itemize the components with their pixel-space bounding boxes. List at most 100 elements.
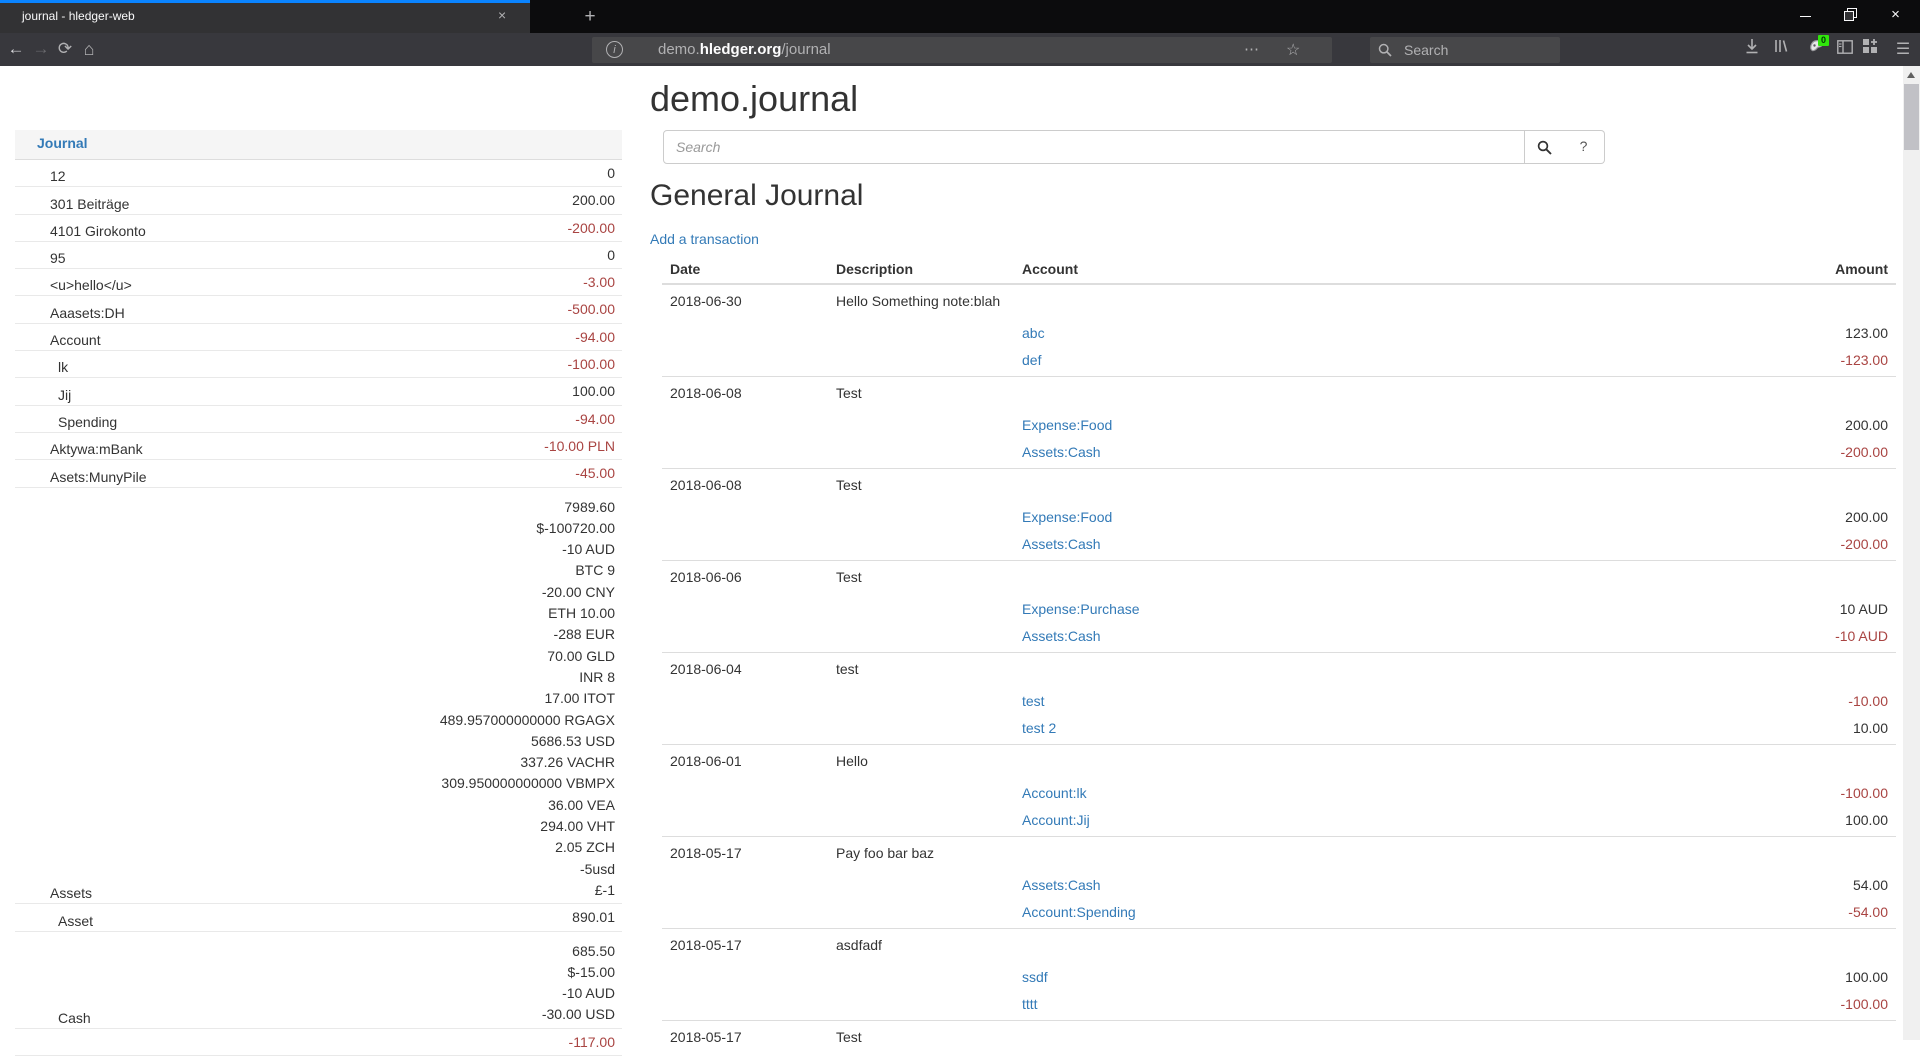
posting-account-link[interactable]: Expense:Food <box>1022 417 1112 433</box>
sidebar-account-balance: 890.01 <box>93 907 615 928</box>
transaction-title-row[interactable]: 2018-06-04 test <box>662 653 1896 690</box>
grid-add-icon[interactable] <box>1856 33 1884 66</box>
sidebar-journal-link[interactable]: Journal <box>37 135 88 151</box>
sidebar-account-row: 301 Beiträge 200.00 <box>15 187 622 214</box>
sidebar-account-link[interactable]: Spending <box>15 414 117 430</box>
transaction-description: Hello <box>828 745 1014 782</box>
sidebar-account-row: 12 0 <box>15 160 622 187</box>
posting-account-link[interactable]: Expense:Food <box>1022 509 1112 525</box>
posting-row: Assets:Cash -200.00 <box>662 533 1896 560</box>
posting-amount: 123.00 <box>1845 325 1888 341</box>
window-minimize-button[interactable] <box>1783 0 1828 30</box>
sidebar-account-link[interactable]: Aaasets:DH <box>15 305 125 321</box>
posting-account-link[interactable]: test 2 <box>1022 720 1056 736</box>
balance-amount: -10 AUD <box>92 539 615 560</box>
posting-account-link[interactable]: Assets:Cash <box>1022 444 1101 460</box>
posting-account-link[interactable]: abc <box>1022 325 1045 341</box>
sidebar-account-link[interactable]: Account <box>15 332 101 348</box>
posting-row: Expense:Food 200.00 <box>662 414 1896 441</box>
posting-amount: -200.00 <box>1841 444 1888 460</box>
page-scrollbar[interactable] <box>1903 66 1920 1040</box>
reload-icon[interactable]: ⟳ <box>52 33 78 66</box>
sidebar-account-link[interactable]: 12 <box>15 168 66 184</box>
transaction-title-row[interactable]: 2018-06-08 Test <box>662 469 1896 506</box>
balance-amount: 685.50 <box>91 941 615 962</box>
sidebar-account-row: Aaasets:DH -500.00 <box>15 296 622 323</box>
posting-account-link[interactable]: test <box>1022 693 1045 709</box>
tab-close-icon[interactable]: × <box>498 7 506 23</box>
browser-tab-active[interactable]: journal - hledger-web × <box>0 0 530 33</box>
balance-amount: -100.00 <box>68 354 615 375</box>
posting-amount: 10 AUD <box>1840 601 1888 617</box>
balance-amount: 36.00 VEA <box>92 795 615 816</box>
transaction-list: 2018-06-30 Hello Something note:blah abc… <box>662 285 1896 1058</box>
transaction-date: 2018-06-08 <box>662 469 828 506</box>
transaction-description: Pay foo bar baz <box>828 837 1014 874</box>
bookmark-star-icon[interactable]: ☆ <box>1286 40 1300 60</box>
posting-account-link[interactable]: Assets:Cash <box>1022 628 1101 644</box>
transaction-block: 2018-05-17 asdfadf ssdf 100.00 tttt -100… <box>662 928 1896 1020</box>
posting-account-link[interactable]: Account:Spending <box>1022 904 1136 920</box>
transaction-title-row[interactable]: 2018-06-08 Test <box>662 377 1896 414</box>
posting-account-link[interactable]: def <box>1022 352 1041 368</box>
search-help-button[interactable]: ? <box>1563 130 1605 164</box>
forward-icon[interactable]: → <box>28 33 54 66</box>
journal-search-input[interactable] <box>663 130 1525 164</box>
transaction-title-row[interactable]: 2018-06-01 Hello <box>662 745 1896 782</box>
scrollbar-thumb[interactable] <box>1904 84 1919 150</box>
sidebar-account-link[interactable]: <u>hello</u> <box>15 277 132 293</box>
posting-account-link[interactable]: Assets:Cash <box>1022 536 1101 552</box>
balance-amount: £-1 <box>92 880 615 901</box>
extension-badge: 0 <box>1818 35 1829 46</box>
sidebar-account-row: Assets 7989.60$-100720.00-10 AUDBTC 9-20… <box>15 488 622 905</box>
window-restore-button[interactable] <box>1828 0 1873 30</box>
journal-table: Date Description Account Amount 2018-06-… <box>662 255 1896 1058</box>
sidebar-account-link[interactable]: lk <box>15 359 68 375</box>
url-bar[interactable]: i demo.hledger.org/journal ⋯ ☆ <box>592 37 1332 63</box>
add-transaction-link[interactable]: Add a transaction <box>650 231 759 247</box>
posting-account-link[interactable]: Expense:Purchase <box>1022 601 1140 617</box>
posting-amount: 10.00 <box>1853 720 1888 736</box>
transaction-title-row[interactable]: 2018-05-17 Pay foo bar baz <box>662 837 1896 874</box>
home-icon[interactable]: ⌂ <box>76 33 102 66</box>
posting-account-link[interactable]: Assets:Cash <box>1022 877 1101 893</box>
sidebar-account-link[interactable]: Cash <box>15 1010 91 1026</box>
sidebar-account-link[interactable]: Asets:MunyPile <box>15 469 146 485</box>
transaction-description: Test <box>828 561 1014 598</box>
back-icon[interactable]: ← <box>3 33 29 66</box>
download-icon[interactable] <box>1738 33 1766 66</box>
url-domain: hledger.org <box>700 41 782 58</box>
sidebar-account-row: Account -94.00 <box>15 324 622 351</box>
sidebar-account-link[interactable]: 301 Beiträge <box>15 196 129 212</box>
sidebar-account-link[interactable]: 95 <box>15 250 66 266</box>
search-submit-button[interactable] <box>1524 130 1564 164</box>
posting-account-link[interactable]: Account:lk <box>1022 785 1087 801</box>
menu-icon[interactable]: ☰ <box>1889 33 1917 66</box>
transaction-title-row[interactable]: 2018-06-30 Hello Something note:blah <box>662 285 1896 322</box>
window-close-button[interactable]: × <box>1873 0 1918 30</box>
sidebar-account-link[interactable]: Assets <box>15 885 92 901</box>
sidebar-account-link[interactable]: Asset <box>15 913 93 929</box>
sidebar-account-link[interactable]: Aktywa:mBank <box>15 441 143 457</box>
page-actions-icon[interactable]: ⋯ <box>1244 40 1260 58</box>
sidebar-account-link[interactable]: Jij <box>15 387 71 403</box>
toolbar-search-placeholder: Search <box>1404 42 1448 58</box>
posting-account-link[interactable]: Account:Jij <box>1022 812 1090 828</box>
sidebar-account-row: Cash 685.50$-15.00-10 AUD-30.00 USD <box>15 932 622 1029</box>
balance-amount: 0 <box>66 163 615 184</box>
site-info-icon[interactable]: i <box>606 41 623 58</box>
transaction-block: 2018-06-06 Test Expense:Purchase 10 AUD … <box>662 560 1896 652</box>
sidebar-account-link[interactable]: 4101 Girokonto <box>15 223 146 239</box>
balance-amount: -10.00 PLN <box>143 436 615 457</box>
transaction-title-row[interactable]: 2018-06-06 Test <box>662 561 1896 598</box>
extension-icon[interactable]: 0 <box>1802 33 1830 66</box>
posting-account-link[interactable]: ssdf <box>1022 969 1048 985</box>
library-icon[interactable] <box>1767 33 1795 66</box>
header-amount: Amount <box>1656 255 1896 277</box>
new-tab-button[interactable]: + <box>575 4 605 30</box>
transaction-title-row[interactable]: 2018-05-17 asdfadf <box>662 929 1896 966</box>
scrollbar-up-arrow-icon[interactable] <box>1907 72 1915 78</box>
posting-account-link[interactable]: tttt <box>1022 996 1038 1012</box>
toolbar-search-box[interactable]: Search <box>1370 37 1560 63</box>
sidebar-toggle-icon[interactable] <box>1831 33 1859 66</box>
